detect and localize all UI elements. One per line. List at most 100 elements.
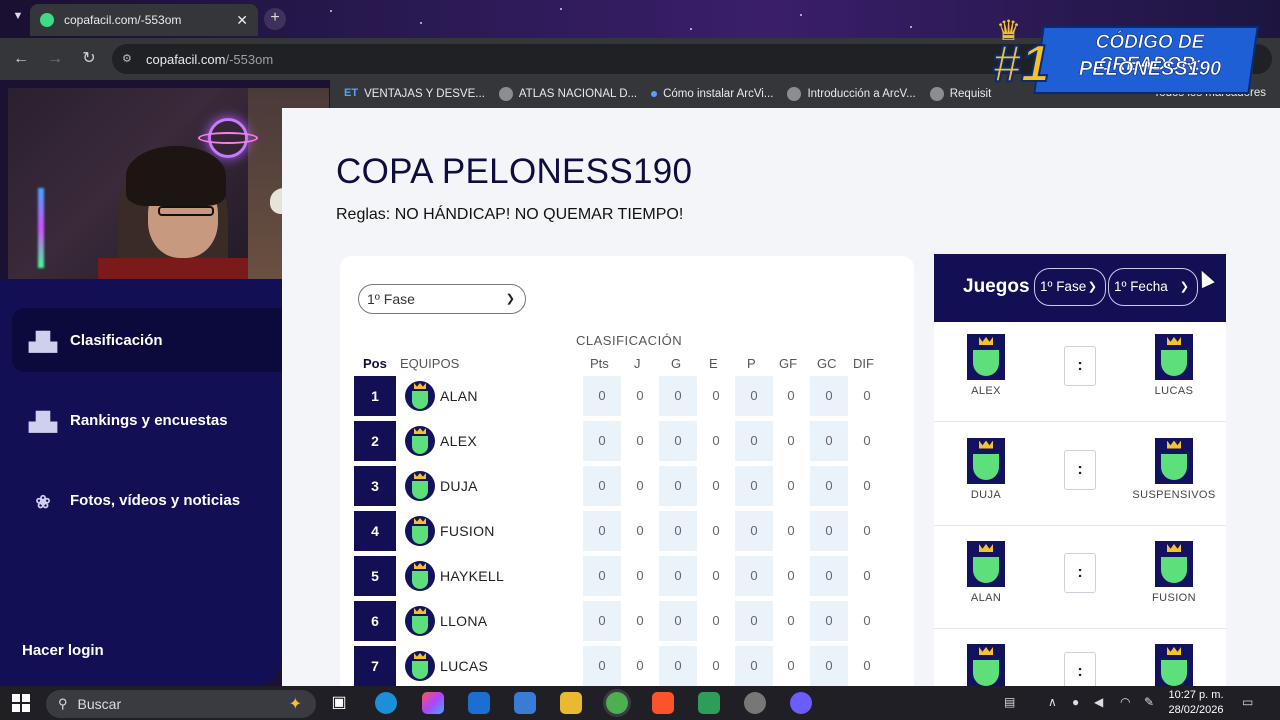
header-gc: GC <box>817 356 837 371</box>
game-icon[interactable] <box>698 692 720 714</box>
reload-icon[interactable]: ↻ <box>78 48 100 70</box>
forward-icon[interactable]: → <box>44 48 66 70</box>
bookmark-item[interactable]: ET VENTAJAS Y DESVE... <box>344 87 485 101</box>
close-tab-icon[interactable]: ✕ <box>236 12 248 29</box>
match-row[interactable]: : <box>934 632 1226 686</box>
stat-cell: 0 <box>659 466 697 506</box>
team-logo-icon <box>1155 644 1193 686</box>
standings-row[interactable]: 2 ALEX 0 0 0 0 0 0 0 0 <box>354 421 900 466</box>
sidebar-item-rankings[interactable]: ▟▙ Rankings y encuestas <box>12 388 282 452</box>
score-box[interactable]: : <box>1064 346 1096 386</box>
stat-cell: 0 <box>659 421 697 461</box>
bookmark-item[interactable]: ATLAS NACIONAL D... <box>498 87 637 101</box>
team-logo-icon <box>405 651 435 681</box>
browser-tab[interactable]: copafacil.com/-553om ✕ <box>30 4 258 36</box>
globe-icon <box>929 87 944 101</box>
standings-row[interactable]: 6 LLONA 0 0 0 0 0 0 0 0 <box>354 601 900 646</box>
team-name[interactable]: DUJA <box>440 478 478 494</box>
copilot-icon[interactable] <box>422 692 444 714</box>
team-logo-icon <box>967 541 1005 587</box>
match-row[interactable]: ALEX: LUCAS <box>934 322 1226 422</box>
sparkle-icon: ✦ <box>288 696 302 713</box>
chrome-icon[interactable] <box>606 692 628 714</box>
volume-icon[interactable]: ◀ <box>1094 695 1103 709</box>
stat-cell: 0 <box>636 388 644 403</box>
games-title: Juegos <box>963 276 1030 297</box>
new-tab-button[interactable]: + <box>264 8 286 30</box>
stat-cell: 0 <box>863 478 871 493</box>
login-link[interactable]: Hacer login <box>22 642 104 659</box>
outlook-icon[interactable] <box>468 692 490 714</box>
stat-cell: 0 <box>712 523 720 538</box>
team-name[interactable]: ALAN <box>440 388 478 404</box>
bookmark-item[interactable]: Introducción a ArcV... <box>787 87 916 101</box>
standings-row[interactable]: 5 HAYKELL 0 0 0 0 0 0 0 0 <box>354 556 900 601</box>
bookmark-label: Requisit <box>949 88 992 100</box>
bookmark-item[interactable]: Cómo instalar ArcVi... <box>651 88 773 100</box>
back-icon[interactable]: ← <box>10 48 32 70</box>
standings-row[interactable]: 3 DUJA 0 0 0 0 0 0 0 0 <box>354 466 900 511</box>
sidebar-item-media[interactable]: ❀ Fotos, vídeos y noticias <box>12 468 282 532</box>
standings-row[interactable]: 1 ALAN 0 0 0 0 0 0 0 0 <box>354 376 900 421</box>
task-view-icon[interactable]: ▣ <box>328 692 350 714</box>
team-name[interactable]: LLONA <box>440 613 487 629</box>
notification-icon[interactable]: ▭ <box>1242 695 1253 709</box>
banner-rank: #1 <box>991 34 1051 94</box>
keyboard-icon[interactable]: ▤ <box>1004 695 1015 709</box>
stat-cell: 0 <box>583 601 621 641</box>
sidebar-item-label: Fotos, vídeos y noticias <box>70 491 241 509</box>
bookmark-label: Cómo instalar ArcVi... <box>663 88 774 100</box>
stat-cell: 0 <box>659 511 697 551</box>
bookmark-item[interactable]: Requisit <box>929 87 992 101</box>
microphone-icon[interactable]: ● <box>1072 695 1079 709</box>
phase-select-value: 1º Fase <box>367 291 415 307</box>
brave-icon[interactable] <box>652 692 674 714</box>
team-name[interactable]: FUSION <box>440 523 495 539</box>
chevron-down-icon: ❯ <box>505 293 515 305</box>
pen-icon[interactable]: ✎ <box>1144 695 1154 709</box>
settings-gear-icon[interactable] <box>744 692 766 714</box>
stat-cell: 0 <box>712 433 720 448</box>
team-name[interactable]: ALEX <box>440 433 477 449</box>
bookmark-label: Introducción a ArcV... <box>807 88 916 100</box>
standings-row[interactable]: 4 FUSION 0 0 0 0 0 0 0 0 <box>354 511 900 556</box>
system-clock[interactable]: 10:27 p. m. 28/02/2026 <box>1164 688 1228 718</box>
windows-start-icon[interactable] <box>12 694 30 712</box>
phase-select[interactable]: 1º Fase ❯ <box>358 284 526 314</box>
match-row[interactable]: ALAN: FUSION <box>934 529 1226 629</box>
header-g: G <box>671 356 682 371</box>
site-info-icon[interactable]: ⚙ <box>122 52 136 66</box>
stat-cell: 0 <box>636 433 644 448</box>
standings-row[interactable]: 7 LUCAS 0 0 0 0 0 0 0 0 <box>354 646 900 686</box>
sidebar-item-label: Rankings y encuestas <box>70 411 228 429</box>
file-explorer-icon[interactable] <box>560 692 582 714</box>
score-box[interactable]: : <box>1064 652 1096 686</box>
tab-search-icon[interactable]: ▼ <box>8 10 28 28</box>
match-row[interactable]: DUJA: SUSPENSIVOS <box>934 426 1226 526</box>
score-box[interactable]: : <box>1064 553 1096 593</box>
taskbar-search[interactable]: ⚲ Buscar ✦ <box>46 690 316 718</box>
globe-icon <box>787 87 802 101</box>
games-panel: Juegos 1º Fase ❯ 1º Fecha ❯ ALEX: LUCAS DU… <box>934 254 1226 686</box>
team-logo-icon <box>405 471 435 501</box>
position-cell: 3 <box>354 466 396 506</box>
discord-icon[interactable] <box>790 692 812 714</box>
position-cell: 1 <box>354 376 396 416</box>
team-name[interactable]: LUCAS <box>440 658 488 674</box>
chevron-up-icon[interactable]: ∧ <box>1048 695 1057 709</box>
store-icon[interactable] <box>514 692 536 714</box>
edge-icon[interactable] <box>375 692 397 714</box>
stat-cell: 0 <box>735 601 773 641</box>
header-pts: Pts <box>590 356 609 371</box>
network-icon[interactable]: ◠ <box>1120 695 1130 709</box>
games-date-select[interactable]: 1º Fecha ❯ <box>1108 268 1198 306</box>
webcam-overlay <box>8 88 329 279</box>
score-box[interactable]: : <box>1064 449 1096 490</box>
streamer-glasses <box>158 206 214 216</box>
clock-date: 28/02/2026 <box>1168 704 1224 716</box>
away-team: SUSPENSIVOS <box>1114 437 1234 501</box>
team-name[interactable]: HAYKELL <box>440 568 504 584</box>
sidebar-item-clasificacion[interactable]: ▟▙ Clasificación <box>12 308 282 372</box>
team-logo-icon <box>405 606 435 636</box>
games-phase-select[interactable]: 1º Fase ❯ <box>1034 268 1106 306</box>
